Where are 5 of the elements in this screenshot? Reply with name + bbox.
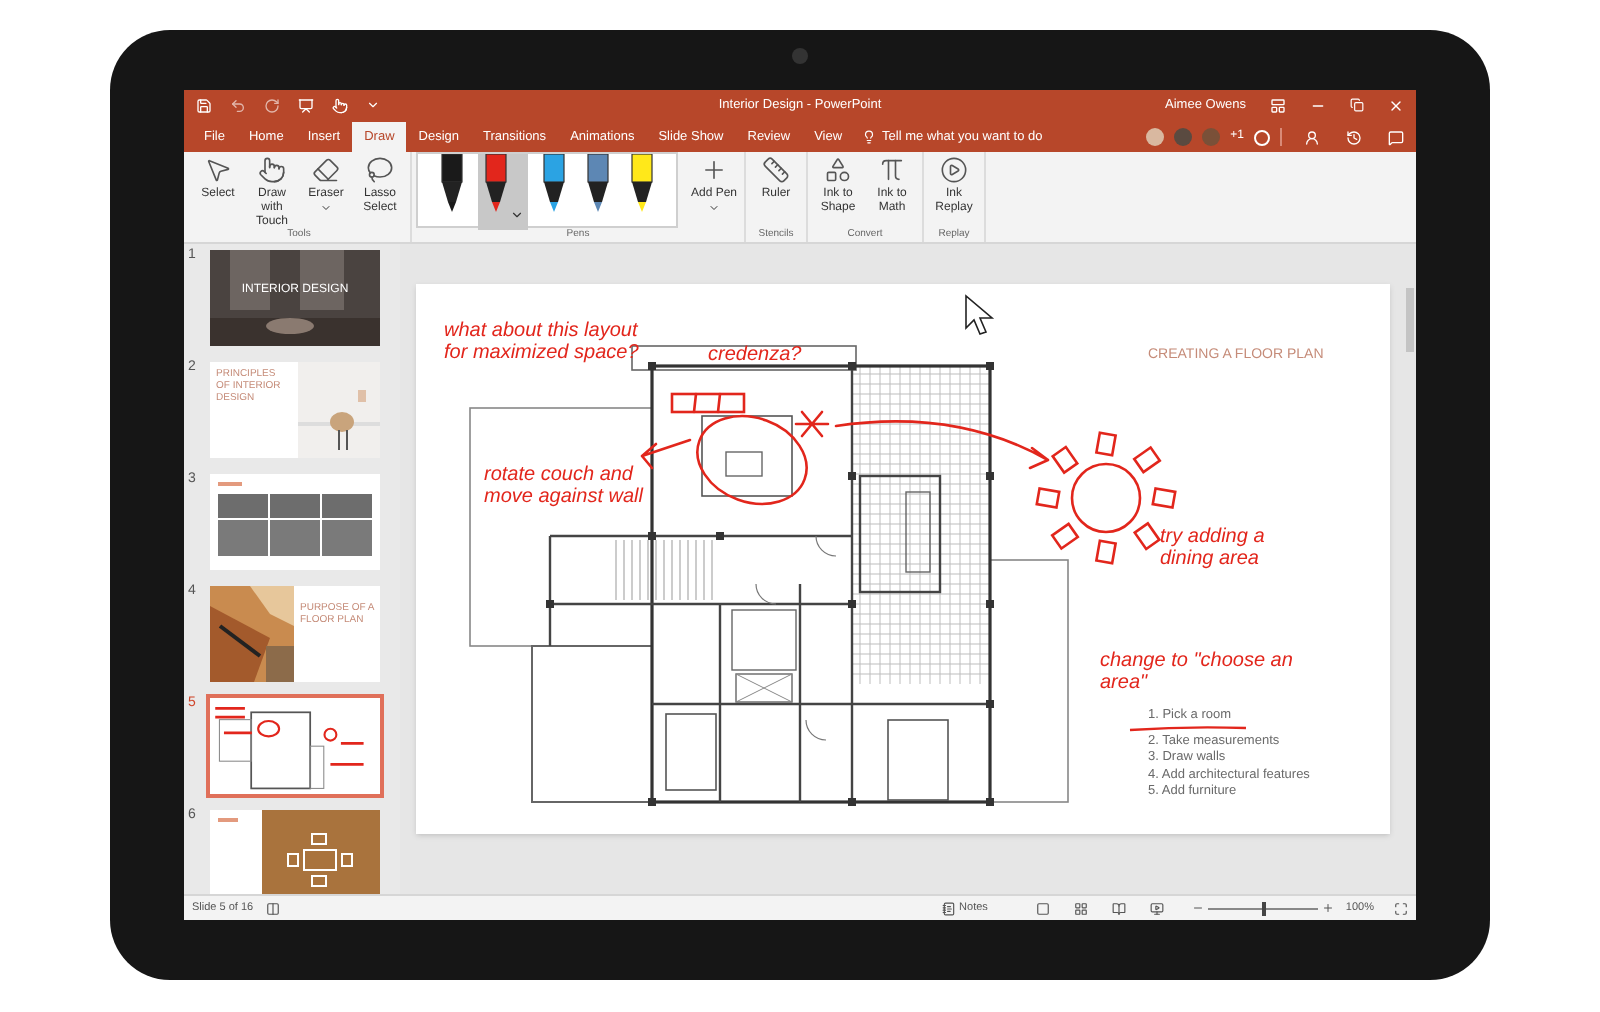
- ink-note: rotate couch and move against wall: [484, 464, 646, 508]
- ink-note: what about this layout for maximized space?: [444, 320, 641, 364]
- ink-note: credenza?: [708, 344, 802, 366]
- ink-note: change to "choose an area": [1100, 650, 1295, 694]
- ink-note: try adding a dining area: [1160, 526, 1267, 570]
